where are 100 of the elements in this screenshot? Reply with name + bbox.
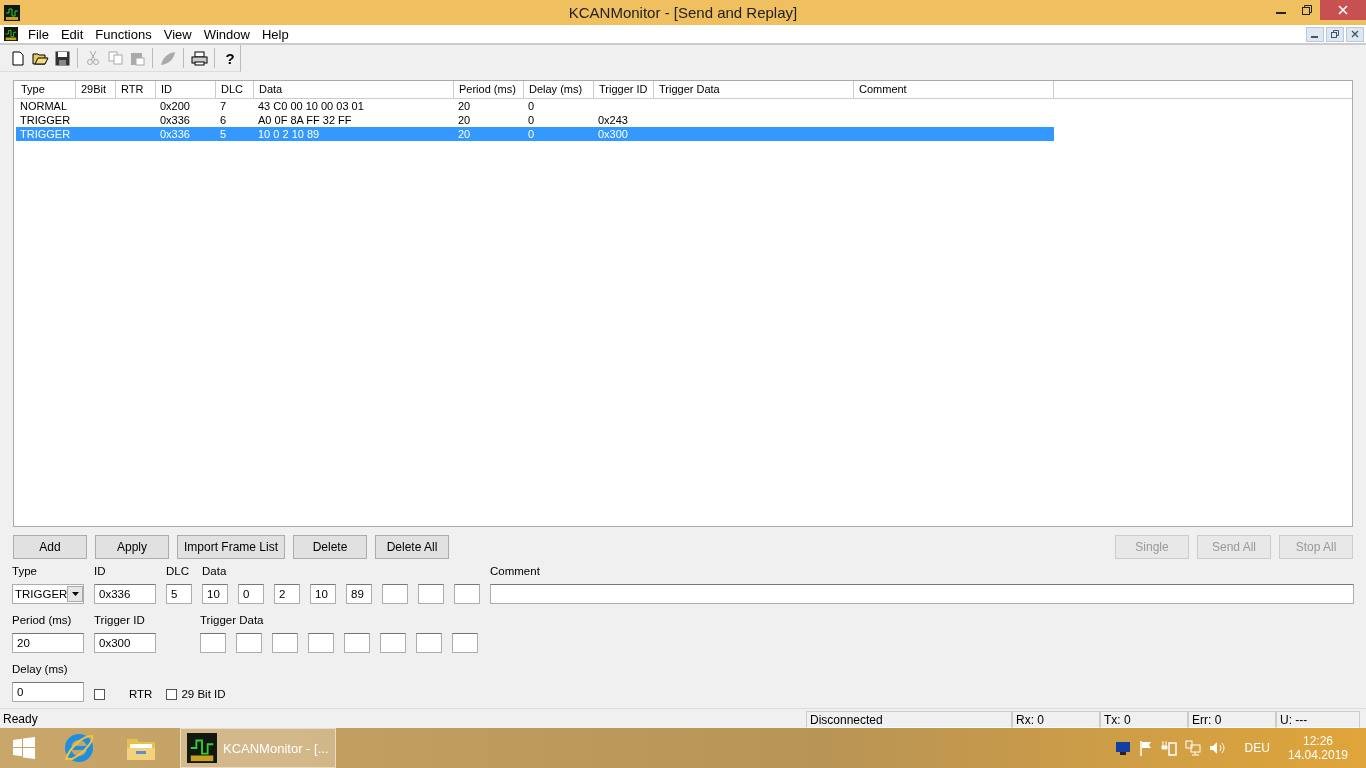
action-button[interactable]: Import Frame List bbox=[177, 535, 286, 559]
table-cell-text: TRIGGER bbox=[19, 128, 71, 140]
field-label: Data bbox=[202, 565, 228, 579]
minimize-button[interactable] bbox=[1306, 26, 1324, 42]
input-field[interactable]: 0x300 bbox=[94, 633, 156, 653]
byte-field[interactable] bbox=[200, 633, 226, 653]
byte-field[interactable] bbox=[308, 633, 334, 653]
byte-field[interactable] bbox=[344, 633, 370, 653]
restore-button[interactable] bbox=[1326, 26, 1344, 42]
restore-icon bbox=[1302, 5, 1312, 15]
input-field[interactable]: 20 bbox=[12, 633, 84, 653]
checkbox[interactable] bbox=[94, 689, 105, 700]
menu-item[interactable]: Edit bbox=[54, 26, 90, 42]
menu-item[interactable]: Functions bbox=[89, 26, 158, 42]
printer-icon bbox=[190, 50, 208, 66]
action-button[interactable]: Apply bbox=[95, 535, 169, 559]
table-cell-text: NORMAL bbox=[19, 100, 68, 112]
leaf-icon bbox=[160, 50, 177, 66]
menu-item[interactable]: View bbox=[157, 26, 198, 42]
table-cell-text: 43 C0 00 10 00 03 01 bbox=[257, 100, 364, 112]
clipboard-icon bbox=[129, 50, 145, 66]
byte-field[interactable] bbox=[236, 633, 262, 653]
help-button[interactable]: ? bbox=[220, 47, 241, 69]
table-cell-text: 0x200 bbox=[159, 100, 190, 112]
byte-field[interactable]: 2 bbox=[274, 584, 300, 604]
table-cell-text: 0x243 bbox=[597, 114, 628, 126]
field-label: ID bbox=[94, 565, 107, 579]
field-label: Trigger Data bbox=[200, 614, 265, 628]
list-row[interactable]: TRIGGER 0x336 6 A0 0F 8A FF 32 FF 20 0 0x243 bbox=[16, 113, 1054, 127]
table-cell-text: 10 0 2 10 89 bbox=[257, 128, 320, 140]
field-label: Delay (ms) bbox=[12, 663, 69, 677]
status-text: Disconnected bbox=[806, 710, 1012, 728]
monitor-icon bbox=[1114, 741, 1131, 755]
battery-icon bbox=[1160, 740, 1177, 756]
column-header[interactable]: Delay (ms) bbox=[524, 81, 594, 98]
status-text: U: --- bbox=[1276, 710, 1360, 728]
byte-field[interactable] bbox=[382, 584, 408, 604]
close-button[interactable] bbox=[1346, 26, 1364, 42]
input-field[interactable]: 5 bbox=[166, 584, 192, 604]
open-folder-icon bbox=[31, 51, 49, 65]
column-header[interactable]: DLC bbox=[216, 81, 254, 98]
byte-field[interactable] bbox=[454, 584, 480, 604]
table-cell-text: 20 bbox=[457, 100, 471, 112]
checkbox-label: RTR bbox=[129, 688, 153, 702]
table-cell-text: 20 bbox=[457, 114, 471, 126]
byte-field[interactable] bbox=[418, 584, 444, 604]
column-header[interactable]: 29Bit bbox=[76, 81, 116, 98]
type-dropdown[interactable]: TRIGGER bbox=[12, 584, 84, 604]
table-cell-text: TRIGGER bbox=[19, 114, 71, 126]
network-icon bbox=[1184, 740, 1201, 756]
column-header[interactable]: ID bbox=[156, 81, 216, 98]
scissors-icon bbox=[87, 50, 100, 66]
column-header[interactable]: Comment bbox=[854, 81, 1054, 98]
column-header[interactable]: Trigger Data bbox=[654, 81, 854, 98]
byte-field[interactable]: 10 bbox=[202, 584, 228, 604]
table-cell-text: 7 bbox=[219, 100, 227, 112]
byte-field[interactable] bbox=[416, 633, 442, 653]
field-label: DLC bbox=[166, 565, 190, 579]
copy-icon bbox=[107, 51, 123, 65]
input-field[interactable]: 0x336 bbox=[94, 584, 156, 604]
new-document-icon bbox=[12, 50, 24, 66]
column-header[interactable]: Period (ms) bbox=[454, 81, 524, 98]
caret-icon bbox=[71, 592, 79, 596]
byte-field[interactable] bbox=[380, 633, 406, 653]
action-button[interactable]: Delete All bbox=[375, 535, 450, 559]
app-icon bbox=[187, 733, 217, 763]
action-button[interactable]: Delete bbox=[293, 535, 368, 559]
windows-logo-icon bbox=[13, 737, 35, 759]
checkbox[interactable] bbox=[166, 689, 178, 700]
field-label: Comment bbox=[490, 565, 541, 579]
status-text: Rx: 0 bbox=[1012, 710, 1100, 728]
input-field[interactable]: 0 bbox=[12, 682, 84, 702]
minimize-icon bbox=[1276, 12, 1286, 14]
table-cell-text: 0 bbox=[527, 128, 535, 140]
byte-field[interactable] bbox=[452, 633, 478, 653]
column-header[interactable]: Trigger ID bbox=[594, 81, 654, 98]
action-button[interactable]: Add bbox=[13, 535, 87, 559]
byte-field[interactable]: 10 bbox=[310, 584, 336, 604]
comment-field[interactable] bbox=[490, 584, 1354, 604]
table-cell-text: 0x336 bbox=[159, 114, 190, 126]
status-text: Ready bbox=[2, 710, 39, 728]
byte-field[interactable]: 0 bbox=[238, 584, 264, 604]
byte-field[interactable]: 89 bbox=[346, 584, 372, 604]
field-label: Type bbox=[12, 565, 38, 579]
column-header[interactable]: Type bbox=[16, 81, 76, 98]
table-cell-text: 0x336 bbox=[159, 128, 190, 140]
flag-icon bbox=[1138, 740, 1153, 756]
column-header[interactable]: Data bbox=[254, 81, 454, 98]
column-header[interactable]: RTR bbox=[116, 81, 156, 98]
menu-item[interactable]: Window bbox=[197, 26, 256, 42]
restore-icon bbox=[1331, 30, 1339, 38]
close-icon bbox=[1338, 5, 1348, 15]
list-row[interactable]: NORMAL 0x200 7 43 C0 00 10 00 03 01 20 0 bbox=[16, 99, 1054, 113]
byte-field[interactable] bbox=[272, 633, 298, 653]
app-icon bbox=[4, 27, 18, 41]
table-cell-text: 0 bbox=[527, 114, 535, 126]
menu-item[interactable]: Help bbox=[255, 26, 295, 42]
speaker-icon bbox=[1208, 740, 1227, 756]
menu-item[interactable]: File bbox=[22, 26, 55, 42]
table-cell-text: 6 bbox=[219, 114, 227, 126]
